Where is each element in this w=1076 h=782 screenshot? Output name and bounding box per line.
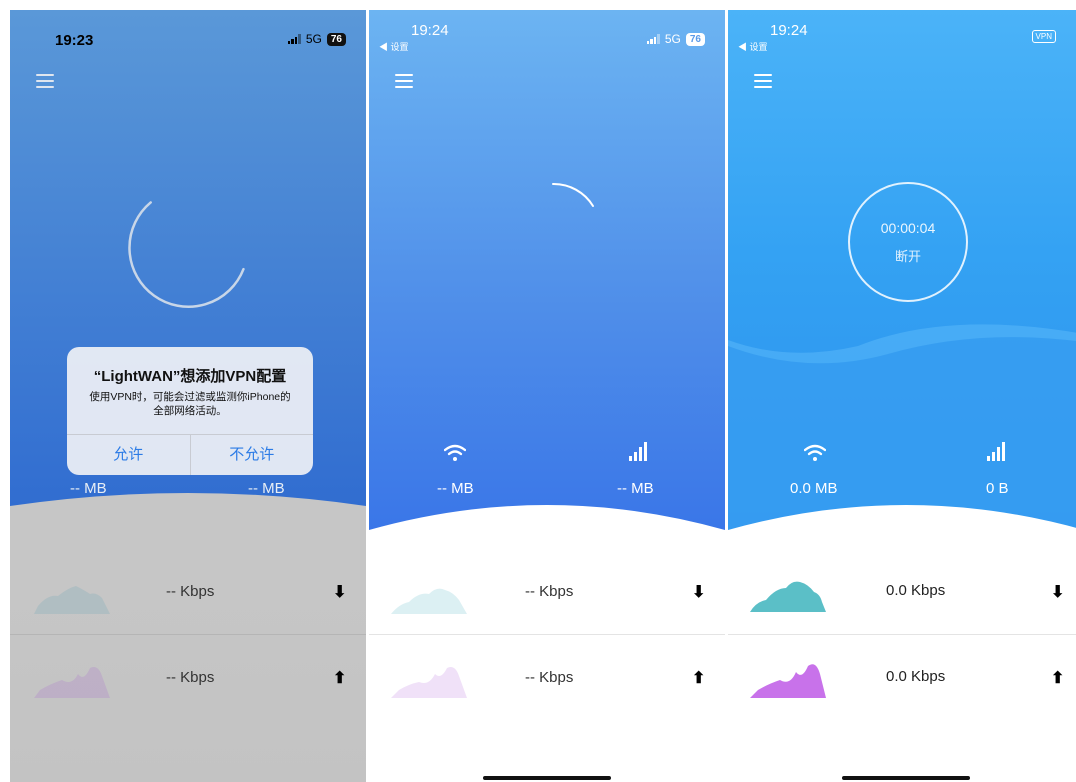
connection-timer: 00:00:04 xyxy=(880,220,936,236)
cellular-icon xyxy=(629,442,647,461)
divider xyxy=(10,634,366,635)
network-label: 5G xyxy=(664,32,681,46)
upload-speed: 0.0 Kbps xyxy=(886,668,946,685)
cellular-usage: 0 B xyxy=(986,480,1009,497)
screen-permission-dialog: 19:23 5G 76 -- MB -- MB -- Kbps ⬇ -- Kbp… xyxy=(10,10,366,782)
vpn-permission-dialog: “LightWAN”想添加VPN配置 使用VPN时，可能会过滤或监测你iPhon… xyxy=(67,347,313,475)
home-indicator[interactable] xyxy=(483,776,611,780)
signal-icon xyxy=(287,34,301,44)
wifi-icon xyxy=(804,444,826,461)
menu-icon[interactable] xyxy=(754,74,772,92)
divider xyxy=(728,634,1076,635)
disconnect-label: 断开 xyxy=(894,249,921,264)
cellular-icon xyxy=(987,442,1005,461)
upload-arrow-icon: ⬆ xyxy=(1051,670,1065,687)
wifi-usage: -- MB xyxy=(70,480,107,497)
wifi-usage: 0.0 MB xyxy=(790,480,838,497)
back-to-settings-link[interactable]: ◀ 设置 xyxy=(738,40,768,53)
screen-connecting: ◀ 设置 19:24 5G 76 -- MB -- MB -- Kbps ⬇ -… xyxy=(369,10,725,782)
status-time: 19:23 xyxy=(55,32,94,49)
loading-spinner-icon xyxy=(552,182,594,207)
battery-icon: 76 xyxy=(326,32,346,46)
disconnect-button[interactable]: 00:00:04 断开 xyxy=(848,182,968,302)
status-time: 19:24 xyxy=(411,22,449,39)
upload-graph xyxy=(34,667,110,698)
dialog-buttons: 允许 不允许 xyxy=(67,434,313,475)
dialog-message: 使用VPN时，可能会过滤或监测你iPhone的全部网络活动。 xyxy=(89,391,291,417)
download-graph xyxy=(391,588,467,614)
download-graph xyxy=(750,581,826,612)
status-bar-right: 5G 76 xyxy=(646,32,705,46)
download-speed: -- Kbps xyxy=(525,583,574,600)
wifi-usage: -- MB xyxy=(437,480,474,497)
upload-graph xyxy=(391,667,467,698)
menu-icon[interactable] xyxy=(395,74,413,92)
wifi-icon xyxy=(444,444,466,461)
menu-icon[interactable] xyxy=(36,74,54,92)
upload-arrow-icon: ⬆ xyxy=(692,670,706,687)
cellular-usage: -- MB xyxy=(248,480,285,497)
download-arrow-icon: ⬇ xyxy=(1051,584,1065,601)
loading-spinner-icon xyxy=(128,201,245,308)
download-arrow-icon: ⬇ xyxy=(692,584,706,601)
signal-icon xyxy=(646,34,660,44)
download-speed: -- Kbps xyxy=(166,583,215,600)
download-arrow-icon: ⬇ xyxy=(333,584,347,601)
upload-arrow-icon: ⬆ xyxy=(333,670,347,687)
upload-speed: -- Kbps xyxy=(166,669,215,686)
cellular-usage: -- MB xyxy=(617,480,654,497)
upload-graph xyxy=(750,664,826,698)
back-to-settings-link[interactable]: ◀ 设置 xyxy=(379,40,409,53)
allow-button[interactable]: 允许 xyxy=(67,435,190,475)
upload-speed: -- Kbps xyxy=(525,669,574,686)
divider xyxy=(369,634,725,635)
battery-icon: 76 xyxy=(685,32,705,46)
status-time: 19:24 xyxy=(770,22,808,39)
deny-button[interactable]: 不允许 xyxy=(189,435,314,475)
download-graph xyxy=(34,586,110,614)
vpn-badge: VPN xyxy=(1031,30,1056,43)
network-label: 5G xyxy=(305,32,322,46)
dialog-title: “LightWAN”想添加VPN配置 xyxy=(93,368,287,385)
download-speed: 0.0 Kbps xyxy=(886,582,946,599)
status-bar-right: 5G 76 xyxy=(287,32,346,46)
home-indicator[interactable] xyxy=(842,776,970,780)
screen-connected: ◀ 设置 19:24 VPN 00:00:04 断开 0.0 MB 0 B 0.… xyxy=(728,10,1076,782)
